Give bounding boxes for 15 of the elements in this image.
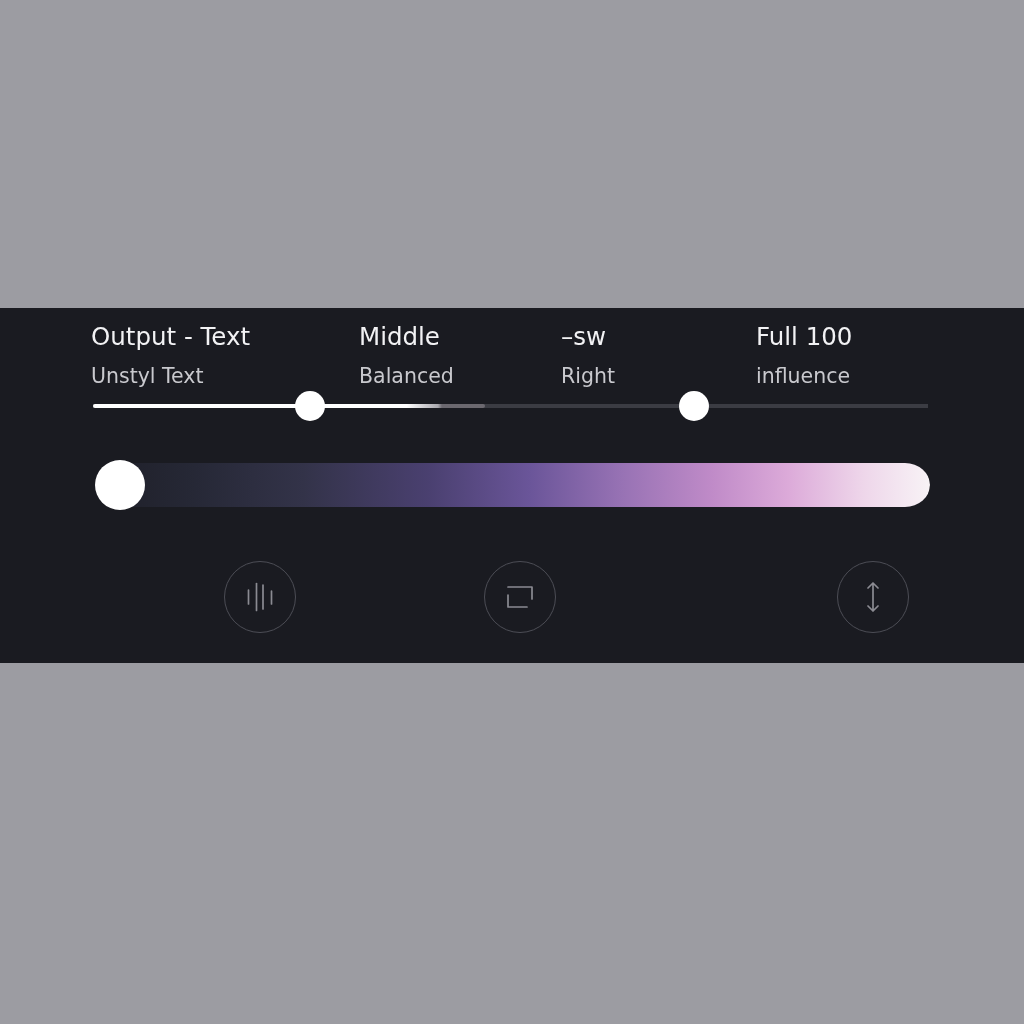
gradient-slider-track[interactable] <box>95 460 930 510</box>
label-title: Full 100 <box>756 322 854 352</box>
slider-thumb[interactable] <box>295 391 326 421</box>
frame-icon <box>507 586 533 608</box>
label-subtitle: Unstyl Text <box>91 364 205 388</box>
label-title: –sw <box>561 322 608 352</box>
up-down-arrow-icon <box>867 582 879 612</box>
slider-thumb[interactable] <box>95 460 145 510</box>
label-subtitle: Balanced <box>359 364 455 388</box>
label-subtitle: influence <box>756 364 852 388</box>
label-title: Output - Text <box>91 322 252 352</box>
slider-thumb[interactable] <box>679 391 710 421</box>
label-title: Middle <box>359 322 441 352</box>
label-subtitle: Right <box>561 364 616 388</box>
vertical-bars-icon <box>247 582 273 612</box>
